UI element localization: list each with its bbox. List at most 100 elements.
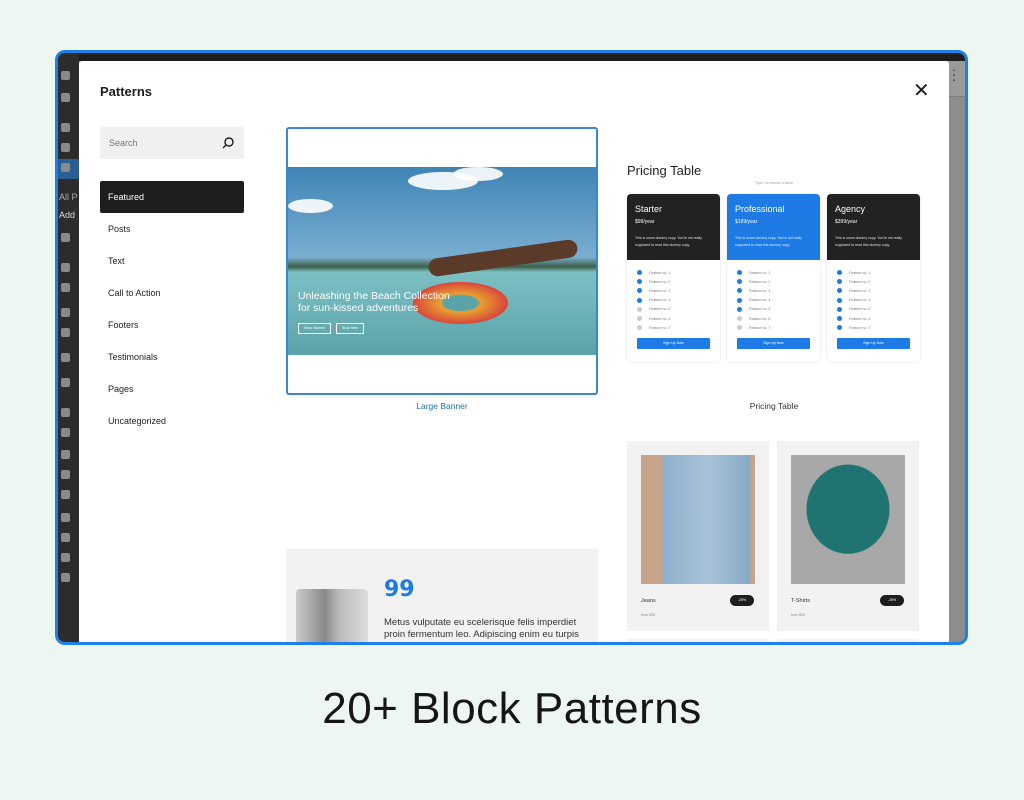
pricing-title: Pricing Table <box>627 163 702 178</box>
plan-price: $199/year <box>735 219 758 225</box>
app-window: All P Add ··· Patterns ✕ FeaturedPostsTe… <box>55 50 968 645</box>
admin-menu-icon[interactable] <box>61 378 70 387</box>
banner-heading: Unleashing the Beach Collection for sun-k… <box>298 290 450 314</box>
category-testimonials[interactable]: Testimonials <box>100 341 244 373</box>
plan-name: Starter <box>635 204 663 214</box>
category-pages[interactable]: Pages <box>100 373 244 405</box>
plan-description: This is some dummy copy. You're not real… <box>735 236 802 247</box>
category-footers[interactable]: Footers <box>100 309 244 341</box>
pattern-label-pricing-table[interactable]: Pricing Table <box>627 401 921 411</box>
admin-menu-icon[interactable] <box>61 71 70 80</box>
admin-bar <box>58 53 965 61</box>
feature-item: Feature no. 3 <box>727 286 820 295</box>
admin-menu-icon[interactable] <box>61 163 70 172</box>
feature-item: Feature no. 4 <box>727 296 820 305</box>
feature-label: Feature no. 3 <box>649 288 671 293</box>
feature-item: Feature no. 5 <box>827 305 920 314</box>
feature-label: Feature no. 4 <box>849 298 871 303</box>
feature-item: Feature no. 4 <box>827 296 920 305</box>
modal-title: Patterns <box>100 84 153 99</box>
feature-label: Feature no. 5 <box>749 307 771 312</box>
feature-item: Feature no. 6 <box>727 314 820 323</box>
plan-description: This is some dummy copy. You're not real… <box>635 236 702 247</box>
category-call-to-action[interactable]: Call to Action <box>100 277 244 309</box>
check-icon <box>837 316 842 322</box>
pricing-card-header: Starter $99/year This is some dummy copy… <box>627 194 720 260</box>
pattern-large-banner[interactable]: Unleashing the Beach Collection for sun-k… <box>286 127 598 395</box>
admin-menu-icon[interactable] <box>61 233 70 242</box>
plan-price: $99/year <box>635 219 655 225</box>
feature-label: Feature no. 2 <box>749 279 771 284</box>
feature-item: Feature no. 7 <box>827 323 920 332</box>
sign-up-button[interactable]: Sign Up Now <box>737 338 810 350</box>
check-icon <box>737 279 742 285</box>
uncheck-icon <box>737 316 742 322</box>
check-icon <box>837 297 842 303</box>
product-card[interactable] <box>627 639 769 642</box>
feature-item: Feature no. 6 <box>827 314 920 323</box>
feature-label: Feature no. 3 <box>749 288 771 293</box>
feature-item: Feature no. 4 <box>627 296 720 305</box>
sign-up-button[interactable]: Sign Up Now <box>637 338 710 350</box>
check-icon <box>737 297 742 303</box>
testimonial-photo <box>296 589 368 642</box>
plan-price: $399/year <box>835 219 858 225</box>
check-icon <box>637 297 642 303</box>
category-featured[interactable]: Featured <box>100 181 244 213</box>
admin-menu-icon[interactable] <box>61 490 70 499</box>
admin-menu-icon[interactable] <box>61 553 70 562</box>
uncheck-icon <box>637 325 642 331</box>
product-card[interactable]: Jeans from $28 -25% <box>627 441 769 631</box>
check-icon <box>737 306 742 312</box>
search-icon[interactable] <box>221 136 235 150</box>
tshirt-image <box>791 455 905 584</box>
feature-item: Feature no. 1 <box>727 268 820 277</box>
sign-up-button[interactable]: Sign Up Now <box>837 338 910 350</box>
admin-menu-icon[interactable] <box>61 513 70 522</box>
admin-menu-icon[interactable] <box>61 470 70 479</box>
pricing-card-header: Professional $199/year This is some dumm… <box>727 194 820 260</box>
pattern-testimonial[interactable]: 99 Metus vulputate eu scelerisque felis … <box>286 549 598 642</box>
admin-menu-icon[interactable] <box>61 450 70 459</box>
admin-menu-icon[interactable] <box>61 533 70 542</box>
plan-description: This is some dummy copy. You're not real… <box>835 236 902 247</box>
category-uncategorized[interactable]: Uncategorized <box>100 405 244 437</box>
product-card[interactable]: T-Shirts from $28 -25% <box>777 441 919 631</box>
admin-menu-icon[interactable] <box>61 408 70 417</box>
category-posts[interactable]: Posts <box>100 213 244 245</box>
category-text[interactable]: Text <box>100 245 244 277</box>
feature-label: Feature no. 5 <box>849 307 871 312</box>
admin-sidebar: All P Add <box>58 53 79 642</box>
admin-menu-icon[interactable] <box>61 143 70 152</box>
admin-submenu-add[interactable]: Add <box>59 210 75 220</box>
pattern-label-large-banner[interactable]: Large Banner <box>286 401 598 411</box>
admin-menu-icon[interactable] <box>61 263 70 272</box>
feature-label: Feature no. 6 <box>749 316 771 321</box>
check-icon <box>737 288 742 294</box>
admin-menu-icon[interactable] <box>61 428 70 437</box>
check-icon <box>837 306 842 312</box>
uncheck-icon <box>637 316 642 322</box>
admin-menu-icon[interactable] <box>61 573 70 582</box>
headline: 20+ Block Patterns <box>322 684 702 733</box>
feature-label: Feature no. 7 <box>649 325 671 330</box>
quote-icon: 99 <box>384 577 415 602</box>
pricing-hint: Type / to choose a block <box>755 181 793 185</box>
plan-name: Agency <box>835 204 866 214</box>
product-price: from $28 <box>641 613 655 617</box>
admin-menu-icon[interactable] <box>61 93 70 102</box>
feature-item: Feature no. 1 <box>827 268 920 277</box>
admin-menu-icon[interactable] <box>61 123 70 132</box>
close-icon[interactable]: ✕ <box>913 81 930 101</box>
admin-menu-icon[interactable] <box>61 353 70 362</box>
admin-menu-icon[interactable] <box>61 328 70 337</box>
admin-menu-icon[interactable] <box>61 308 70 317</box>
admin-menu-icon[interactable] <box>61 283 70 292</box>
admin-submenu-all[interactable]: All P <box>59 192 78 202</box>
product-name: Jeans <box>641 598 656 604</box>
product-name: T-Shirts <box>791 598 810 604</box>
feature-item: Feature no. 7 <box>627 323 720 332</box>
more-options-icon[interactable]: · · · <box>951 62 957 86</box>
product-card[interactable] <box>777 639 919 642</box>
feature-item: Feature no. 2 <box>827 277 920 286</box>
